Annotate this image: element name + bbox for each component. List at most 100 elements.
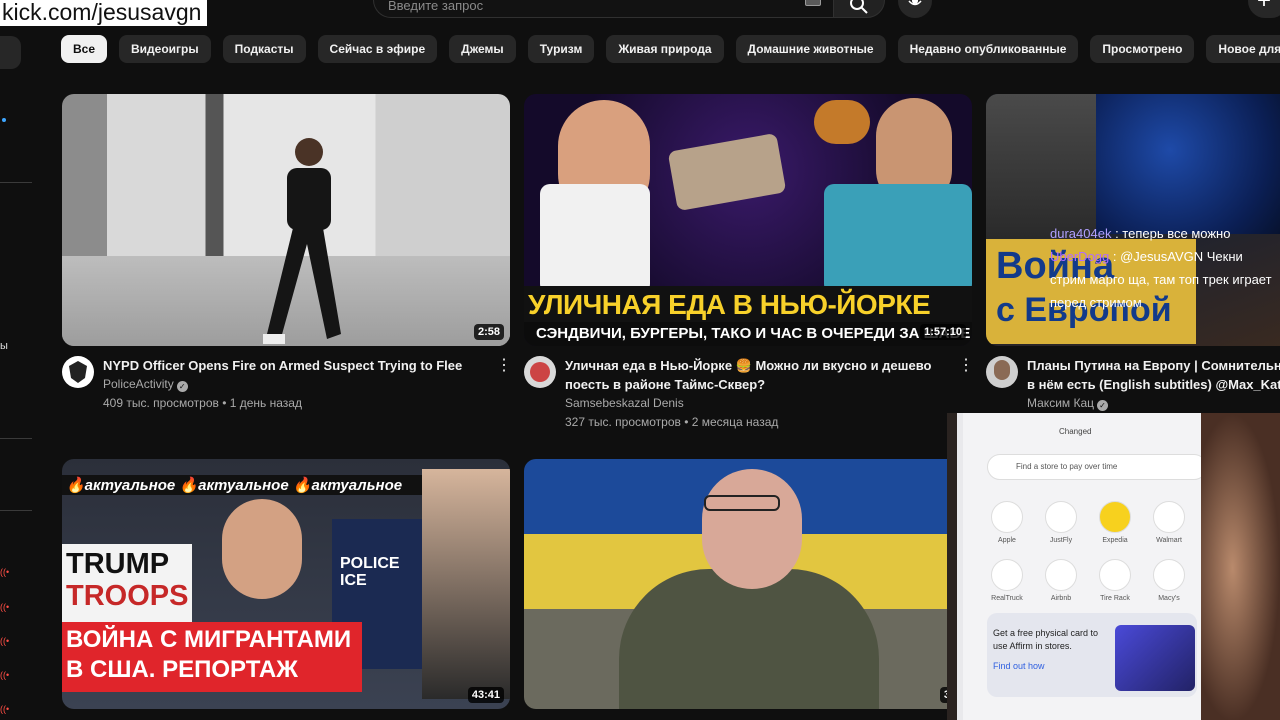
chip-jams[interactable]: Джемы	[449, 35, 516, 63]
thumb-sign-line: TRUMP	[66, 548, 170, 580]
app-label: Macy's	[1158, 595, 1180, 602]
chip-videogames[interactable]: Видеоигры	[119, 35, 211, 63]
airbnb-icon	[1045, 559, 1077, 591]
promo-text: Get a free physical card to use Affirm i…	[993, 628, 1099, 651]
channel-avatar[interactable]	[62, 356, 94, 388]
live-icon[interactable]: ((•	[0, 603, 10, 612]
sidebar-new-indicator	[2, 118, 6, 122]
keyboard-icon[interactable]	[805, 0, 821, 6]
glasses	[704, 495, 780, 511]
app-label: Airbnb	[1050, 595, 1072, 602]
live-icon[interactable]: ((•	[0, 637, 10, 646]
video-thumbnail[interactable]: 3	[524, 459, 954, 709]
justfly-icon	[1045, 501, 1077, 533]
video-title[interactable]: NYPD Officer Opens Fire on Armed Suspect…	[103, 356, 493, 375]
thumb-red-line: ВОЙНА С МИГРАНТАМИ	[66, 626, 352, 653]
channel-name[interactable]: Samsebeskazal Denis	[565, 394, 684, 413]
food-tray	[667, 132, 787, 212]
channel-name-text: PoliceActivity	[103, 377, 174, 391]
more-vert-icon[interactable]: ⋮	[958, 356, 974, 376]
macys-icon	[1153, 559, 1185, 591]
avatar-face	[994, 360, 1010, 380]
app-label: Apple	[998, 537, 1016, 544]
video-thumbnail[interactable]: 🔥актуальное 🔥актуальное 🔥актуальное POLI…	[62, 459, 510, 709]
stream-chat-overlay: dura404ek : теперь все можно UberDogg : …	[1050, 222, 1280, 314]
chip-new-to-you[interactable]: Новое для вас	[1206, 35, 1280, 63]
create-button[interactable]: +	[1248, 0, 1280, 18]
channel-name[interactable]: Максим Кац ✓	[1027, 394, 1109, 413]
channel-name[interactable]: PoliceActivity ✓	[103, 375, 188, 394]
running-man-figure	[263, 138, 341, 344]
chat-message: UberDogg : @JesusAVGN Чекни стрим марго …	[1050, 245, 1280, 314]
app-apple: Apple	[987, 501, 1027, 544]
search-button[interactable]	[833, 0, 885, 18]
video-duration: 2:58	[473, 324, 504, 340]
chip-pets[interactable]: Домашние животные	[735, 35, 886, 63]
live-icon[interactable]: ((•	[0, 568, 10, 577]
chat-message: dura404ek : теперь все можно	[1050, 222, 1280, 245]
video-title-line: поесть в районе Таймс-Сквер?	[565, 377, 766, 392]
phone-screen: Changed Find a store to pay over time Ap…	[963, 413, 1207, 720]
voice-search-button[interactable]	[898, 0, 932, 18]
thumb-red-banner: ВОЙНА С МИГРАНТАМИ В США. РЕПОРТАЖ	[62, 622, 362, 692]
search-placeholder: Введите запрос	[388, 0, 484, 13]
burger-image	[814, 100, 870, 144]
search-icon	[850, 0, 868, 14]
thumb-map	[1096, 94, 1280, 234]
channel-avatar[interactable]	[986, 356, 1018, 388]
more-vert-icon[interactable]: ⋮	[496, 356, 512, 376]
chat-username: dura404ek	[1050, 226, 1112, 241]
sidebar-divider	[0, 510, 32, 511]
chip-live-now[interactable]: Сейчас в эфире	[317, 35, 438, 63]
streamer-hand	[1201, 413, 1280, 720]
channel-name-text: Максим Кац	[1027, 396, 1095, 410]
thumb-sign-line: TROOPS	[66, 580, 189, 612]
chip-tourism[interactable]: Туризм	[527, 35, 595, 63]
app-label: RealTruck	[991, 595, 1023, 602]
thumb-sign: TRUMP TROOPS	[62, 544, 192, 622]
stream-url-overlay: kick.com/jesusavgn	[0, 0, 208, 26]
video-title[interactable]: Уличная еда в Нью-Йорке 🍔 Можно ли вкусн…	[565, 356, 955, 394]
filter-chips-bar: Все Видеоигры Подкасты Сейчас в эфире Дж…	[61, 35, 1280, 63]
app-expedia: Expedia	[1095, 501, 1135, 544]
video-title-line: Уличная еда в Нью-Йорке 🍔 Можно ли вкусн…	[565, 358, 932, 373]
white-tshirt	[540, 184, 650, 294]
app-label: Expedia	[1102, 537, 1128, 544]
chat-username: UberDogg	[1050, 249, 1110, 264]
chip-wildlife[interactable]: Живая природа	[606, 35, 724, 63]
channel-avatar[interactable]	[524, 356, 556, 388]
apple-icon	[991, 501, 1023, 533]
chip-podcasts[interactable]: Подкасты	[222, 35, 306, 63]
changed-label: Changed	[1059, 427, 1092, 436]
host-portrait	[422, 469, 510, 699]
video-thumbnail[interactable]: 2:58	[62, 94, 510, 346]
thumb-subtitle: СЭНДВИЧИ, БУРГЕРЫ, ТАКО И ЧАС В ОЧЕРЕДИ …	[524, 322, 972, 346]
video-duration: 1:57:10	[920, 324, 966, 340]
app-tirerack: Tire Rack	[1095, 559, 1135, 602]
thumb-ribbon-text: 🔥актуальное 🔥актуальное 🔥актуальное	[66, 477, 403, 494]
sidebar-divider	[0, 182, 32, 183]
app-realtruck: RealTruck	[987, 559, 1027, 602]
sidebar-item-label[interactable]: ы	[0, 340, 8, 352]
mic-icon	[908, 0, 922, 6]
promo-link: Find out how	[993, 661, 1045, 671]
app-label: JustFly	[1049, 537, 1073, 544]
police-badge-icon	[63, 357, 93, 387]
patterned-shirt	[824, 184, 972, 294]
video-thumbnail[interactable]: УЛИЧНАЯ ЕДА В НЬЮ-ЙОРКЕ СЭНДВИЧИ, БУРГЕР…	[524, 94, 972, 346]
app-label: Walmart	[1156, 537, 1182, 544]
sidebar-item-home[interactable]	[0, 36, 21, 69]
walmart-icon	[1153, 501, 1185, 533]
chip-watched[interactable]: Просмотрено	[1090, 35, 1195, 63]
video-title-line: Планы Путина на Европу | Сомнительн	[1027, 358, 1280, 373]
thumb-red-line: В США. РЕПОРТАЖ	[66, 656, 298, 683]
search-input[interactable]: Введите запрос	[373, 0, 833, 18]
chip-all[interactable]: Все	[61, 35, 108, 63]
chip-recently-uploaded[interactable]: Недавно опубликованные	[897, 35, 1079, 63]
verified-icon: ✓	[1097, 400, 1109, 411]
thumb-subtitle-text: СЭНДВИЧИ, БУРГЕРЫ, ТАКО И ЧАС В ОЧЕРЕДИ …	[536, 325, 971, 342]
live-icon[interactable]: ((•	[0, 705, 10, 714]
video-title[interactable]: Планы Путина на Европу | Сомнительн в нё…	[1027, 356, 1280, 394]
thumb-building	[986, 94, 1096, 239]
live-icon[interactable]: ((•	[0, 671, 10, 680]
